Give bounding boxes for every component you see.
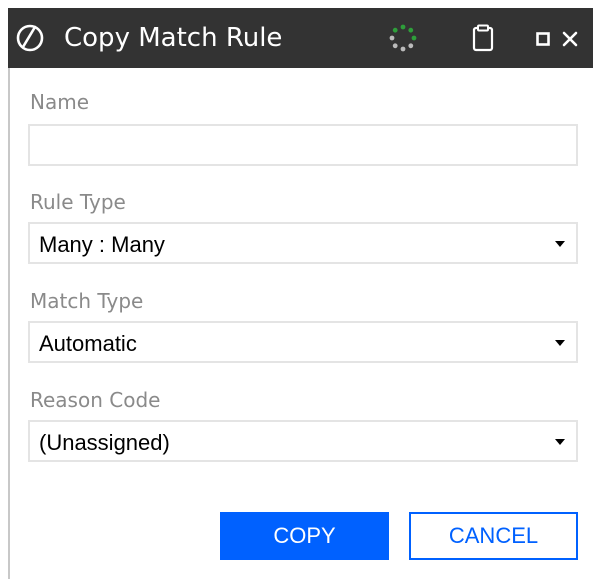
- reason-code-label: Reason Code: [30, 388, 161, 412]
- dialog-title: Copy Match Rule: [64, 23, 283, 53]
- close-icon[interactable]: [560, 29, 580, 49]
- reason-code-value: (Unassigned): [39, 430, 170, 455]
- reason-code-select[interactable]: (Unassigned): [28, 420, 578, 462]
- dialog-left-border: [8, 68, 10, 579]
- match-type-select[interactable]: Automatic: [28, 321, 578, 363]
- match-type-value: Automatic: [39, 331, 137, 356]
- dialog-titlebar: Copy Match Rule: [8, 8, 593, 68]
- match-type-label: Match Type: [30, 289, 144, 313]
- copy-button[interactable]: COPY: [220, 512, 389, 560]
- cancel-button[interactable]: CANCEL: [409, 512, 578, 560]
- chevron-down-icon: [555, 439, 565, 445]
- rule-type-select[interactable]: Many : Many: [28, 222, 578, 264]
- name-label: Name: [30, 90, 90, 114]
- name-input[interactable]: [28, 124, 578, 166]
- copy-match-rule-dialog: Copy Match Rule Name Rule Type Many : Ma…: [0, 0, 593, 579]
- chevron-down-icon: [555, 241, 565, 247]
- loading-spinner-icon: [389, 24, 417, 52]
- maximize-icon[interactable]: [536, 32, 550, 46]
- rule-type-value: Many : Many: [39, 232, 165, 257]
- app-logo-icon: [16, 24, 44, 52]
- chevron-down-icon: [555, 340, 565, 346]
- clipboard-icon[interactable]: [472, 24, 494, 52]
- rule-type-label: Rule Type: [30, 190, 126, 214]
